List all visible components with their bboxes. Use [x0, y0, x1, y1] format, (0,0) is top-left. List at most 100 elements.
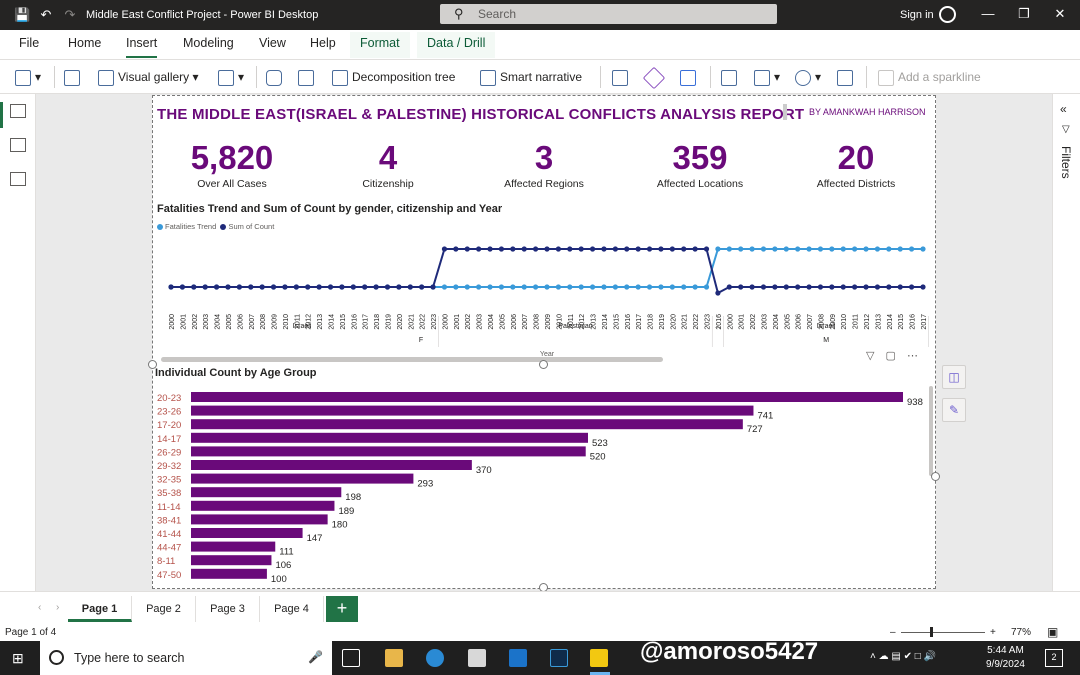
series-point[interactable]: [726, 284, 732, 290]
series-point[interactable]: [658, 246, 664, 252]
series-point[interactable]: [806, 246, 812, 252]
series-point[interactable]: [510, 246, 516, 252]
series-point[interactable]: [533, 284, 539, 290]
smart-narrative-button[interactable]: Smart narrative: [480, 68, 582, 86]
series-point[interactable]: [544, 246, 550, 252]
edge-icon[interactable]: [426, 649, 444, 667]
series-point[interactable]: [236, 284, 242, 290]
series-point[interactable]: [874, 246, 881, 252]
photoshop-icon[interactable]: [550, 649, 568, 667]
restore-icon[interactable]: ❐: [1014, 6, 1034, 22]
store-icon[interactable]: [468, 649, 486, 667]
series-point[interactable]: [874, 284, 881, 290]
series-point[interactable]: [339, 284, 345, 290]
series-point[interactable]: [453, 246, 459, 252]
power-automate-button[interactable]: [680, 68, 700, 86]
zoom-slider-thumb[interactable]: [930, 627, 933, 637]
series-point[interactable]: [589, 284, 596, 290]
notification-icon[interactable]: 2: [1045, 649, 1063, 667]
clock[interactable]: 5:44 AM 9/9/2024: [986, 644, 1025, 672]
microphone-icon[interactable]: 🎤: [308, 650, 323, 664]
qa-button[interactable]: [266, 68, 286, 86]
series-point[interactable]: [373, 284, 379, 290]
resize-handle[interactable]: [931, 472, 940, 481]
series-point[interactable]: [316, 284, 322, 290]
series-point[interactable]: [453, 284, 459, 290]
series-point[interactable]: [510, 284, 516, 290]
bar[interactable]: [191, 555, 272, 566]
series-point[interactable]: [578, 284, 584, 290]
series-point[interactable]: [863, 284, 869, 290]
series-point[interactable]: [692, 246, 698, 252]
series-point[interactable]: [612, 246, 618, 252]
series-point[interactable]: [863, 246, 869, 252]
series-point[interactable]: [487, 246, 493, 252]
series-point[interactable]: [555, 284, 561, 290]
series-point[interactable]: [498, 284, 505, 290]
series-point[interactable]: [293, 284, 299, 290]
menu-home[interactable]: Home: [68, 36, 101, 58]
task-view-icon[interactable]: [342, 649, 360, 667]
fit-to-page-icon[interactable]: ▣: [1047, 625, 1058, 639]
series-point[interactable]: [498, 246, 505, 252]
series-point[interactable]: [909, 284, 915, 290]
bar[interactable]: [191, 446, 586, 457]
menu-modeling[interactable]: Modeling: [183, 36, 234, 58]
menu-view[interactable]: View: [259, 36, 286, 58]
series-point[interactable]: [635, 246, 641, 252]
series-point[interactable]: [715, 246, 721, 252]
more-visuals-button[interactable]: ▾: [218, 68, 244, 86]
save-icon[interactable]: 💾: [14, 7, 30, 23]
visual-gallery-button[interactable]: Visual gallery ▾: [98, 68, 199, 86]
series-point[interactable]: [829, 284, 835, 290]
series-point[interactable]: [772, 284, 778, 290]
series-point[interactable]: [464, 284, 470, 290]
windows-start-icon[interactable]: ⊞: [12, 650, 24, 667]
kpi-card[interactable]: 5,820 Over All Cases: [157, 140, 307, 191]
series-point[interactable]: [441, 284, 448, 290]
series-point[interactable]: [829, 246, 835, 252]
series-point[interactable]: [589, 246, 596, 252]
next-page-icon[interactable]: ›: [56, 602, 59, 613]
bar[interactable]: [191, 432, 588, 443]
bar[interactable]: [191, 568, 267, 579]
analytics-button[interactable]: ✎: [942, 398, 966, 422]
series-point[interactable]: [840, 246, 846, 252]
taskbar-search[interactable]: Type here to search 🎤: [40, 641, 332, 675]
series-point[interactable]: [407, 284, 413, 290]
bar-chart[interactable]: 20-23 938 23-26 741 17-20 727 14-17 523 26-29 520…: [153, 386, 933, 586]
series-point[interactable]: [795, 284, 801, 290]
series-point[interactable]: [760, 246, 767, 252]
bar[interactable]: [191, 460, 472, 470]
resize-handle[interactable]: [148, 360, 157, 369]
series-point[interactable]: [476, 284, 482, 290]
series-point[interactable]: [909, 246, 915, 252]
user-icon[interactable]: [939, 6, 956, 23]
zoom-slider[interactable]: [901, 632, 985, 633]
model-view-icon[interactable]: [10, 172, 26, 186]
series-point[interactable]: [396, 284, 402, 290]
menu-insert[interactable]: Insert: [126, 36, 158, 58]
series-point[interactable]: [624, 284, 630, 290]
series-point[interactable]: [783, 284, 789, 290]
bar[interactable]: [191, 541, 276, 552]
series-point[interactable]: [567, 246, 573, 252]
series-point[interactable]: [544, 284, 550, 290]
series-point[interactable]: [681, 284, 687, 290]
series-point[interactable]: [521, 284, 527, 290]
power-apps-button[interactable]: [642, 66, 666, 90]
series-point[interactable]: [350, 284, 356, 290]
series-point[interactable]: [783, 246, 789, 252]
zoom-in-icon[interactable]: +: [990, 627, 996, 638]
shapes-button[interactable]: ▾: [795, 68, 821, 86]
series-point[interactable]: [920, 246, 926, 252]
series-point[interactable]: [852, 284, 858, 290]
key-influencers-button[interactable]: [298, 68, 318, 86]
build-visual-button[interactable]: [64, 68, 84, 86]
series-point[interactable]: [772, 246, 778, 252]
series-point[interactable]: [476, 246, 482, 252]
bar-chart-vertical-scrollbar[interactable]: [929, 386, 933, 476]
series-point[interactable]: [578, 246, 584, 252]
series-point[interactable]: [419, 284, 425, 290]
text-box-button[interactable]: [721, 68, 741, 86]
